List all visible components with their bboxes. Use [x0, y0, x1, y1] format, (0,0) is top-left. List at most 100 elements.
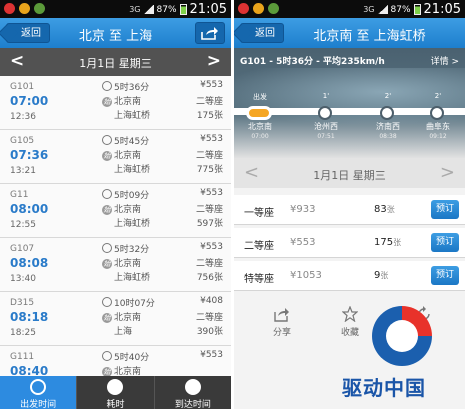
- signal-icon: [377, 5, 388, 14]
- seat-row: 特等座 ¥1053 9张 预订: [234, 261, 465, 291]
- clock: 21:05: [189, 2, 227, 17]
- tab-departure-time[interactable]: 出发时间: [0, 376, 77, 409]
- current-stop-marker: [246, 106, 272, 120]
- seat-price: ¥1053: [290, 270, 322, 281]
- seat-left: 175张: [374, 237, 402, 248]
- train-detail-screen: 3G 87% 21:05 返回 北京南 至 上海虹桥 G101 - 5时36分 …: [234, 0, 465, 409]
- stop-item: 1' 沧州西 07:51: [314, 92, 338, 140]
- stop-item: 出发 北京南 07:00: [246, 93, 272, 140]
- train-row[interactable]: G111 08:40 5时40分 始北京南 ¥553: [0, 346, 231, 376]
- tickets-left: 597张: [196, 219, 223, 229]
- stop-marker: [318, 106, 332, 120]
- share-icon: [274, 308, 289, 322]
- network-label: 3G: [129, 5, 141, 14]
- duration: 5时40分: [102, 350, 149, 363]
- android-icon: [268, 3, 279, 14]
- departure-time: 08:18: [10, 310, 49, 324]
- arrival-time: 13:40: [10, 274, 36, 284]
- to-station: 上海: [114, 327, 133, 337]
- seat-price: ¥933: [290, 204, 316, 215]
- to-station: 上海虹桥: [114, 273, 151, 283]
- stop-marker: [430, 106, 444, 120]
- train-list: G101 07:00 12:36 5时36分 始北京南 上海虹桥 ¥553 二等…: [0, 76, 231, 376]
- status-bar: 3G 87% 21:05: [234, 0, 465, 18]
- date-label: 1月1日 星期三: [79, 57, 152, 70]
- tab-duration[interactable]: 耗时: [76, 376, 153, 409]
- start-station-icon: 始: [102, 205, 112, 215]
- departure-time: 07:00: [10, 94, 49, 108]
- tickets-left: 390张: [196, 327, 223, 337]
- seat-class: 二等座: [195, 259, 223, 269]
- departure-time: 08:08: [10, 256, 49, 270]
- nav-bar: 返回 北京南 至 上海虹桥: [234, 18, 465, 48]
- notification-icon: [4, 3, 15, 14]
- seat-left: 9张: [374, 270, 389, 281]
- app-notification-icon: [19, 3, 30, 14]
- duration: 10时07分: [102, 296, 155, 309]
- from-station: 始北京南: [102, 259, 142, 269]
- arrival-time: 12:55: [10, 220, 36, 230]
- share-button[interactable]: 分享: [262, 306, 302, 338]
- clock-icon: [102, 297, 112, 307]
- seat-price: ¥553: [290, 237, 316, 248]
- android-icon: [34, 3, 45, 14]
- train-row[interactable]: G101 07:00 12:36 5时36分 始北京南 上海虹桥 ¥553 二等…: [0, 76, 231, 130]
- date-label: 1月1日 星期三: [313, 169, 386, 182]
- clock: 21:05: [423, 2, 461, 17]
- arrow-up-right-icon: [30, 379, 47, 395]
- star-icon: [342, 306, 358, 322]
- next-day-button[interactable]: >: [207, 51, 221, 71]
- network-label: 3G: [363, 5, 375, 14]
- seat-class: 二等座: [195, 205, 223, 215]
- departure-time: 07:36: [10, 148, 49, 162]
- to-station: 上海虹桥: [114, 111, 151, 121]
- start-station-icon: 始: [102, 367, 112, 376]
- departure-time: 08:00: [10, 202, 49, 216]
- watermark-logo: 驱动中国: [342, 306, 462, 406]
- train-row[interactable]: G11 08:00 12:55 5时09分 始北京南 上海虹桥 ¥553 二等座…: [0, 184, 231, 238]
- train-row[interactable]: D315 08:18 18:25 10时07分 始北京南 上海 ¥408 二等座…: [0, 292, 231, 346]
- from-station: 始北京南: [102, 205, 142, 215]
- tab-arrival-time[interactable]: 到达时间: [153, 376, 231, 409]
- battery-icon: [413, 4, 421, 15]
- seat-class: 特等座: [244, 274, 274, 285]
- train-number: D315: [10, 298, 35, 308]
- seat-class: 二等座: [244, 241, 274, 252]
- duration: 5时32分: [102, 242, 149, 255]
- seat-row: 二等座 ¥553 175张 预订: [234, 228, 465, 258]
- train-row[interactable]: G107 08:08 13:40 5时32分 始北京南 上海虹桥 ¥553 二等…: [0, 238, 231, 292]
- train-number: G101: [10, 82, 35, 92]
- details-link[interactable]: 详情 >: [431, 54, 459, 67]
- train-number: G107: [10, 244, 35, 254]
- sort-tab-bar: 出发时间 耗时 到达时间: [0, 376, 231, 409]
- clock-icon: [102, 243, 112, 253]
- train-number: G11: [10, 190, 29, 200]
- next-day-button[interactable]: >: [440, 162, 455, 183]
- departure-time: 08:40: [10, 364, 49, 376]
- start-station-icon: 始: [102, 259, 112, 269]
- to-station: 上海虹桥: [114, 219, 151, 229]
- date-bar: < 1月1日 星期三 >: [234, 158, 465, 188]
- price: ¥553: [200, 80, 223, 90]
- share-icon: [201, 27, 218, 40]
- nav-bar: 返回 北京 至 上海: [0, 18, 231, 48]
- price: ¥553: [200, 188, 223, 198]
- book-button[interactable]: 预订: [431, 266, 459, 285]
- train-row[interactable]: G105 07:36 13:21 5时45分 始北京南 上海虹桥 ¥553 二等…: [0, 130, 231, 184]
- from-station: 始北京南: [102, 367, 142, 376]
- clock-icon: [102, 135, 112, 145]
- seat-class: 二等座: [195, 151, 223, 161]
- tickets-left: 775张: [196, 165, 223, 175]
- book-button[interactable]: 预订: [431, 200, 459, 219]
- price: ¥408: [200, 296, 223, 306]
- page-title: 北京南 至 上海虹桥: [313, 29, 426, 44]
- train-summary: G101 - 5时36分 - 平均235km/h: [240, 57, 385, 67]
- notification-icon: [238, 3, 249, 14]
- book-button[interactable]: 预订: [431, 233, 459, 252]
- share-button[interactable]: [195, 22, 225, 44]
- battery-percent: 87%: [156, 4, 177, 15]
- arrival-time: 13:21: [10, 166, 36, 176]
- seat-left: 83张: [374, 204, 395, 215]
- clock-icon: [102, 189, 112, 199]
- train-list-screen: 3G 87% 21:05 返回 北京 至 上海 < 1月1日 星期三 > G10…: [0, 0, 231, 409]
